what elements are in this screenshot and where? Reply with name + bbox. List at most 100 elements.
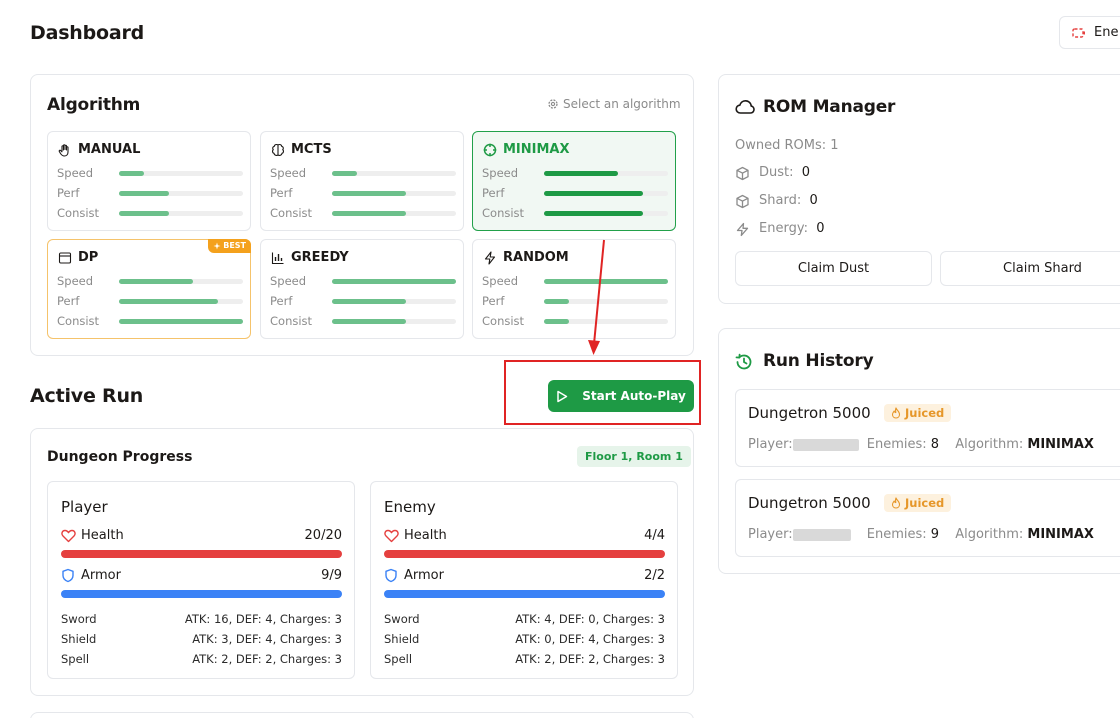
algorithm-card-mcts[interactable]: MCTS Speed Perf Consist — [260, 131, 464, 231]
enemy-health-label: Health — [404, 528, 447, 543]
stat-perf: Perf — [482, 294, 668, 308]
energy-button-label: Ene — [1094, 25, 1119, 40]
flame-icon — [891, 407, 901, 419]
next-panel-edge — [30, 712, 694, 718]
algorithm-name: GREEDY — [291, 250, 349, 265]
algorithm-card-greedy[interactable]: GREEDY Speed Perf Consist — [260, 239, 464, 339]
item-name: Sword — [61, 612, 97, 626]
juiced-label: Juiced — [905, 496, 945, 510]
claim-dust-button[interactable]: Claim Dust — [735, 251, 932, 286]
stat-fill — [332, 191, 407, 196]
heart-icon — [61, 529, 76, 543]
enemy-armor-label: Armor — [404, 568, 444, 583]
energy-label: Energy: — [759, 221, 808, 236]
dust-row: Dust: 0 — [759, 165, 810, 180]
enemy-card: Enemy Health 4/4 Armor 2/2 Sword ATK: 4, … — [370, 481, 678, 679]
brain-icon — [271, 143, 285, 156]
history-entry[interactable]: Dungetron 5000 Juiced Player: Enemies: 9… — [735, 479, 1120, 557]
stat-label: Perf — [270, 186, 293, 200]
dust-label: Dust: — [759, 165, 794, 180]
stat-fill — [544, 211, 644, 216]
stat-track — [119, 191, 243, 196]
stat-track — [544, 171, 668, 176]
enemy-armor-value: 2/2 — [644, 568, 665, 583]
algorithm-card-dp[interactable]: DP Speed Perf Consist BEST — [47, 239, 251, 339]
history-game-title: Dungetron 5000 — [748, 494, 871, 512]
stat-label: Consist — [482, 206, 525, 220]
hand-icon — [58, 143, 69, 157]
juiced-badge: Juiced — [884, 404, 952, 423]
annotation-arrow — [588, 239, 605, 355]
item-row: Shield ATK: 0, DEF: 4, Charges: 3 — [384, 632, 665, 646]
stat-track — [332, 191, 456, 196]
stat-fill — [332, 319, 407, 324]
energy-value: 0 — [816, 221, 825, 236]
item-stats: ATK: 4, DEF: 0, Charges: 3 — [515, 612, 665, 626]
stat-label: Speed — [57, 166, 94, 180]
stat-consist: Consist — [482, 206, 668, 220]
stat-label: Consist — [57, 206, 100, 220]
stat-label: Consist — [270, 314, 313, 328]
bar-chart-icon — [271, 252, 284, 264]
item-stats: ATK: 16, DEF: 4, Charges: 3 — [184, 612, 342, 626]
energy-button[interactable]: Ene — [1059, 16, 1120, 49]
stat-label: Perf — [270, 294, 293, 308]
shard-label: Shard: — [759, 193, 802, 208]
stat-perf: Perf — [270, 294, 456, 308]
algorithm-value: MINIMAX — [1027, 527, 1094, 542]
algorithm-card-random[interactable]: RANDOM Speed Perf Consist — [472, 239, 676, 339]
gear-icon — [548, 99, 558, 109]
stat-perf: Perf — [57, 294, 243, 308]
player-armor-label: Armor — [81, 568, 121, 583]
stat-label: Speed — [270, 274, 307, 288]
stat-fill — [119, 319, 243, 324]
stat-consist: Consist — [270, 314, 456, 328]
floor-badge: Floor 1, Room 1 — [577, 446, 691, 467]
player-armor-bar — [61, 590, 342, 598]
item-row: Sword ATK: 4, DEF: 0, Charges: 3 — [384, 612, 665, 626]
stat-fill — [544, 319, 569, 324]
stat-track — [332, 299, 456, 304]
history-details: Player: Enemies: 9 Algorithm: MINIMAX — [748, 527, 1094, 542]
stat-fill — [332, 299, 407, 304]
stat-track — [119, 211, 243, 216]
algorithm-card-minimax[interactable]: MINIMAX Speed Perf Consist — [472, 131, 676, 231]
history-game-title: Dungetron 5000 — [748, 404, 871, 422]
run-history-title: Run History — [763, 351, 874, 371]
item-stats: ATK: 2, DEF: 2, Charges: 3 — [515, 652, 665, 666]
enemy-health-value: 4/4 — [644, 528, 665, 543]
player-armor-value: 9/9 — [321, 568, 342, 583]
player-label: Player: — [748, 437, 793, 452]
best-badge-label: BEST — [223, 241, 246, 250]
enemies-value: 8 — [930, 437, 940, 452]
lightning-icon — [736, 222, 749, 237]
battery-icon — [1072, 27, 1085, 38]
crosshair-icon — [483, 143, 497, 156]
algorithm-card-title: MANUAL — [58, 142, 140, 157]
run-history-panel: Run History Dungetron 5000 Juiced Player… — [718, 328, 1120, 574]
stat-track — [119, 171, 243, 176]
history-entry[interactable]: Dungetron 5000 Juiced Player: Enemies: 8… — [735, 389, 1120, 467]
item-name: Shield — [61, 632, 97, 646]
stat-speed: Speed — [270, 166, 456, 180]
page-title: Dashboard — [30, 22, 145, 44]
stat-label: Speed — [57, 274, 94, 288]
item-name: Spell — [384, 652, 413, 666]
algorithm-card-title: DP — [58, 250, 98, 265]
algorithm-card-manual[interactable]: MANUAL Speed Perf Consist — [47, 131, 251, 231]
stat-speed: Speed — [482, 274, 668, 288]
shard-value: 0 — [809, 193, 818, 208]
algorithm-card-title: GREEDY — [271, 250, 349, 265]
claim-shard-button[interactable]: Claim Shard — [940, 251, 1120, 286]
stat-track — [119, 299, 243, 304]
stat-speed: Speed — [57, 274, 243, 288]
player-label: Player: — [748, 527, 793, 542]
rom-manager-title: ROM Manager — [763, 97, 896, 117]
player-health-bar — [61, 550, 342, 558]
item-name: Spell — [61, 652, 90, 666]
stat-fill — [119, 299, 219, 304]
stat-track — [332, 279, 456, 284]
stat-label: Speed — [270, 166, 307, 180]
annotation-highlight-box — [504, 360, 701, 425]
stat-fill — [119, 191, 169, 196]
